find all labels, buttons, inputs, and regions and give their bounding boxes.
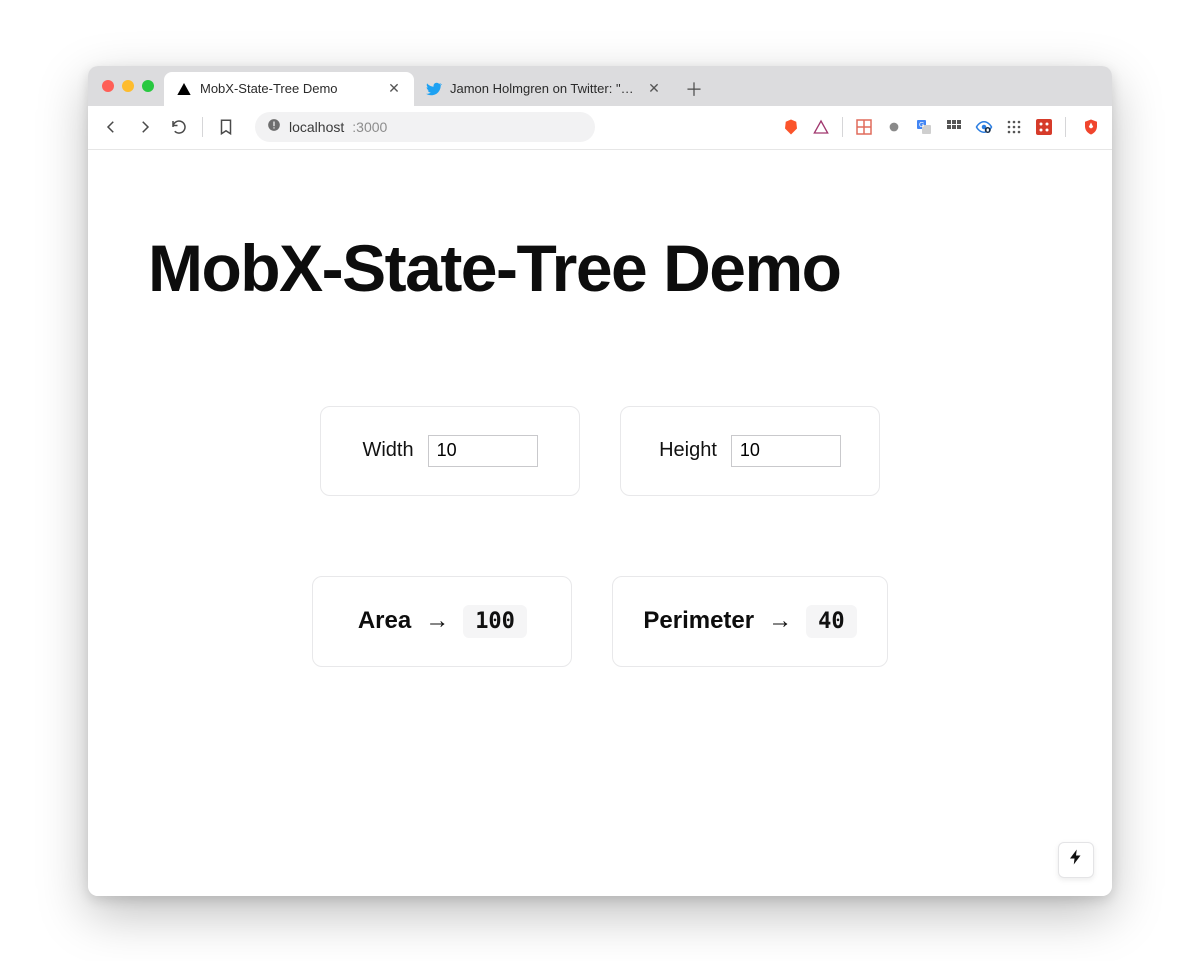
twitter-icon: [426, 81, 442, 97]
address-port: :3000: [352, 119, 387, 135]
tab-title: Jamon Holmgren on Twitter: "Who: [450, 81, 638, 96]
divider: [842, 117, 843, 137]
not-secure-icon: [267, 118, 281, 137]
address-host: localhost: [289, 119, 344, 135]
height-input[interactable]: [731, 435, 841, 467]
height-card: Height: [620, 406, 880, 496]
toolbar: localhost :3000 G: [88, 106, 1112, 150]
arrow-right-icon: →: [425, 607, 449, 635]
tab-active[interactable]: MobX-State-Tree Demo ✕: [164, 72, 414, 106]
tab-title: MobX-State-Tree Demo: [200, 81, 378, 96]
tab-strip: MobX-State-Tree Demo ✕ Jamon Holmgren on…: [88, 66, 1112, 106]
results-row: Area → 100 Perimeter → 40: [148, 576, 1052, 667]
brave-icon[interactable]: [782, 118, 800, 136]
perimeter-card: Perimeter → 40: [612, 576, 887, 667]
extension-apps-icon[interactable]: [1005, 118, 1023, 136]
extension-icons-left: [782, 118, 830, 136]
wallet-icon[interactable]: [812, 118, 830, 136]
browser-window: MobX-State-Tree Demo ✕ Jamon Holmgren on…: [88, 66, 1112, 896]
extension-shield-icon[interactable]: [1082, 118, 1100, 136]
extension-grid-icon[interactable]: [945, 118, 963, 136]
tab-inactive[interactable]: Jamon Holmgren on Twitter: "Who ✕: [414, 72, 674, 106]
devtools-fab[interactable]: [1058, 842, 1094, 878]
height-label: Height: [659, 439, 717, 462]
extension-devtools-icon[interactable]: [855, 118, 873, 136]
page-content: MobX-State-Tree Demo Width Height Area →: [88, 150, 1112, 896]
extension-translate-icon[interactable]: G: [915, 118, 933, 136]
area-label: Area: [358, 607, 411, 635]
extension-icons: G: [855, 118, 1053, 136]
svg-text:G: G: [919, 122, 924, 129]
reload-button[interactable]: [168, 116, 190, 138]
tabs: MobX-State-Tree Demo ✕ Jamon Holmgren on…: [164, 66, 1102, 106]
area-card: Area → 100: [312, 576, 572, 667]
divider: [1065, 117, 1066, 137]
window-minimize-button[interactable]: [122, 80, 134, 92]
close-tab-icon[interactable]: ✕: [646, 81, 662, 97]
new-tab-button[interactable]: ＋: [680, 75, 708, 103]
window-zoom-button[interactable]: [142, 80, 154, 92]
width-label: Width: [362, 439, 413, 462]
traffic-lights: [98, 66, 164, 106]
extension-eye-icon[interactable]: [975, 118, 993, 136]
arrow-right-icon: →: [768, 607, 792, 635]
vercel-icon: [176, 81, 192, 97]
width-card: Width: [320, 406, 580, 496]
extension-dot-icon[interactable]: [885, 118, 903, 136]
area-value: 100: [463, 605, 527, 638]
inputs-row: Width Height: [148, 406, 1052, 496]
perimeter-value: 40: [806, 605, 857, 638]
back-button[interactable]: [100, 116, 122, 138]
lightning-icon: [1067, 848, 1085, 871]
page-title: MobX-State-Tree Demo: [148, 230, 1052, 306]
width-input[interactable]: [428, 435, 538, 467]
extension-red-icon[interactable]: [1035, 118, 1053, 136]
window-close-button[interactable]: [102, 80, 114, 92]
close-tab-icon[interactable]: ✕: [386, 81, 402, 97]
address-bar[interactable]: localhost :3000: [255, 112, 595, 142]
perimeter-label: Perimeter: [643, 607, 754, 635]
bookmark-button[interactable]: [215, 116, 237, 138]
forward-button[interactable]: [134, 116, 156, 138]
divider: [202, 117, 203, 137]
